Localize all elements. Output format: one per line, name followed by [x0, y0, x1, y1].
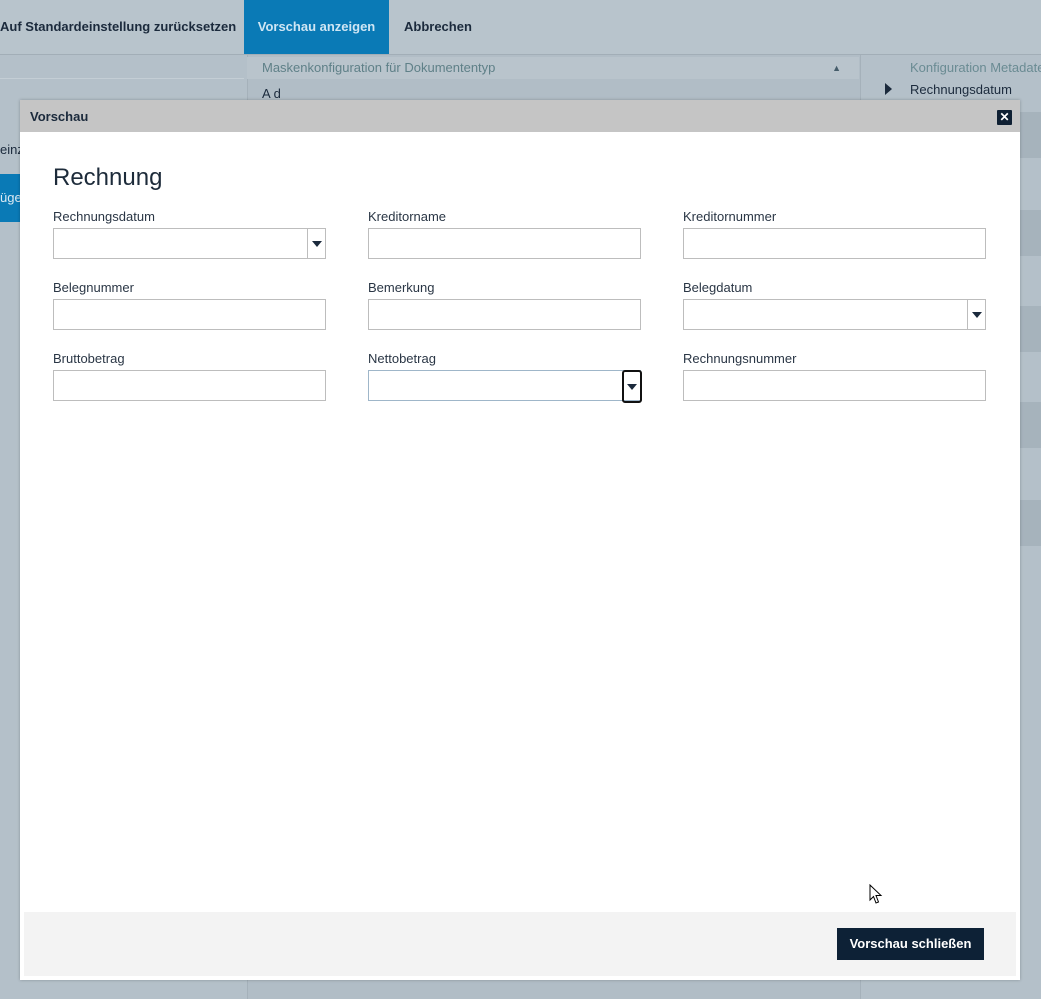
dropdown-toggle[interactable] [967, 299, 986, 330]
mask-config-subtext: A d [262, 86, 281, 101]
dialog-body: Rechnung Rechnungsdatum Kreditorname Kre… [24, 132, 1016, 912]
field-label-rechnungsdatum: Rechnungsdatum [53, 209, 155, 224]
close-icon[interactable]: ✕ [997, 110, 1012, 125]
chevron-down-icon [312, 241, 322, 247]
right-panel-block [1020, 402, 1041, 448]
metadata-item-rechnungsdatum[interactable]: Rechnungsdatum [910, 82, 1012, 97]
bemerkung-input[interactable] [368, 299, 641, 330]
reset-defaults-button[interactable]: Auf Standardeinstellung zurücksetzen [0, 0, 240, 54]
mouse-cursor-icon [869, 884, 883, 904]
right-panel-block [1020, 306, 1041, 352]
show-preview-button[interactable]: Vorschau anzeigen [244, 0, 389, 54]
field-label-belegnummer: Belegnummer [53, 280, 134, 295]
left-panel-add-button[interactable]: üge [0, 174, 20, 222]
bruttobetrag-input[interactable] [53, 370, 326, 401]
right-panel-block [1020, 112, 1041, 158]
belegnummer-input[interactable] [53, 299, 326, 330]
cancel-button[interactable]: Abbrechen [404, 0, 472, 54]
field-label-bemerkung: Bemerkung [368, 280, 435, 295]
field-label-rechnungsnummer: Rechnungsnummer [683, 351, 797, 366]
dialog-title: Vorschau [30, 109, 89, 124]
field-label-kreditorname: Kreditorname [368, 209, 447, 224]
field-label-belegdatum: Belegdatum [683, 280, 753, 295]
toolbar: Auf Standardeinstellung zurücksetzen Vor… [0, 0, 1041, 55]
nettobetrag-dropdown[interactable] [368, 370, 642, 403]
field-label-bruttobetrag: Bruttobetrag [53, 351, 125, 366]
left-panel-divider [0, 78, 244, 79]
dialog-footer: Vorschau schließen [24, 912, 1016, 976]
mask-config-header[interactable]: Maskenkonfiguration für Dokumententyp ▲ [247, 57, 859, 79]
preview-dialog: Vorschau ✕ Rechnung Rechnungsdatum Kredi… [20, 100, 1020, 980]
close-preview-button[interactable]: Vorschau schließen [837, 928, 984, 960]
collapse-caret-icon[interactable]: ▲ [832, 57, 841, 79]
mask-config-header-label: Maskenkonfiguration für Dokumententyp [262, 60, 496, 75]
chevron-down-icon [627, 384, 637, 390]
belegdatum-dropdown[interactable] [683, 299, 986, 330]
kreditorname-input[interactable] [368, 228, 641, 259]
field-label-nettobetrag: Nettobetrag [368, 351, 436, 366]
right-panel-block [1020, 500, 1041, 546]
dropdown-toggle[interactable] [622, 370, 642, 403]
dialog-title-bar: Vorschau ✕ [20, 100, 1020, 132]
metadata-config-header: Konfiguration Metadate [910, 60, 1041, 75]
form-title: Rechnung [53, 164, 163, 191]
chevron-down-icon [972, 312, 982, 318]
kreditornummer-input[interactable] [683, 228, 986, 259]
expand-triangle-icon[interactable] [885, 83, 892, 95]
dropdown-toggle[interactable] [307, 228, 326, 259]
rechnungsdatum-dropdown[interactable] [53, 228, 326, 259]
right-panel-block [1020, 210, 1041, 256]
rechnungsnummer-input[interactable] [683, 370, 986, 401]
field-label-kreditornummer: Kreditornummer [683, 209, 777, 224]
